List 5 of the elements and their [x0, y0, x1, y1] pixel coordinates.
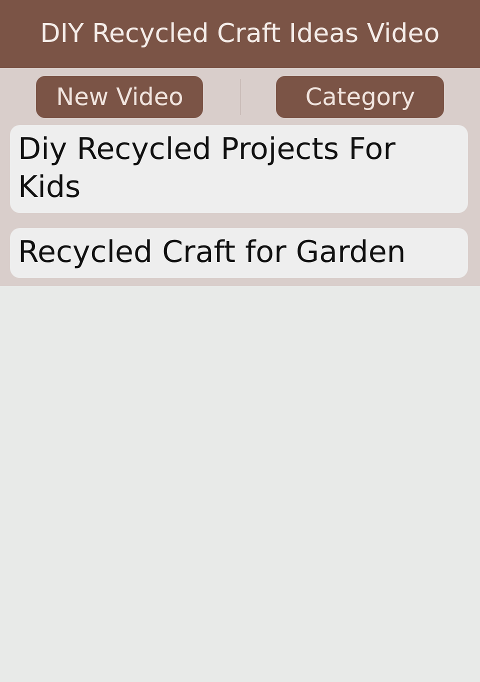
tab-button[interactable]: New Video [36, 76, 204, 118]
list-item[interactable]: Recycled Craft for Garden [10, 228, 468, 278]
list-item[interactable]: Diy Recycled Projects For Kids [10, 125, 468, 213]
tab-button[interactable]: Category [276, 76, 444, 118]
app-title: DIY Recycled Craft Ideas Video [40, 19, 440, 49]
